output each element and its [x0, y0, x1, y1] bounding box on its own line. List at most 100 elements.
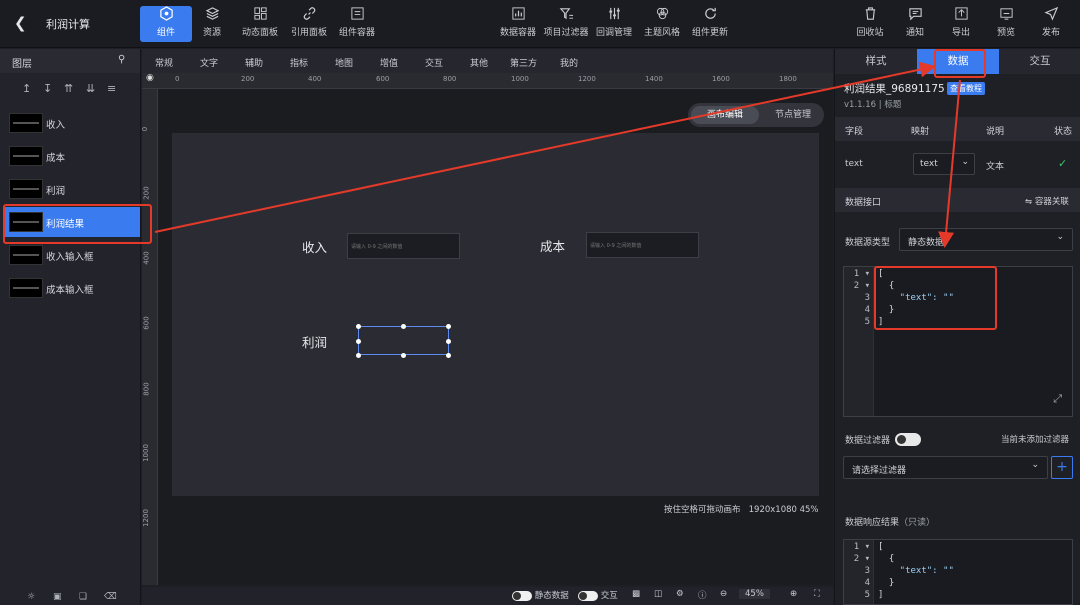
layers-footer: ☼ ▣ ❏ ⌫ — [0, 592, 140, 605]
component-category-tabs: 常规 文字 辅助 指标 地图 增值 交互 其他 第三方 我的 — [142, 49, 833, 73]
design-canvas[interactable] — [172, 133, 819, 496]
tab-interaction[interactable]: 交互 — [999, 49, 1080, 74]
fit-screen-icon[interactable]: ⛶ — [814, 589, 820, 599]
cost-label[interactable]: 成本 — [540, 236, 565, 255]
line-number: 1 ▾ — [853, 542, 870, 552]
cost-input[interactable]: 请输入 0-9 之间的数值 — [586, 232, 699, 258]
code-line: { — [878, 554, 895, 564]
layer-item[interactable]: 成本 — [4, 141, 140, 171]
add-filter-button[interactable]: + — [1051, 456, 1073, 479]
toolbar-project-filter-button[interactable]: 项目过滤器 — [540, 6, 592, 42]
layer-item[interactable]: 成本输入框 — [4, 273, 140, 303]
toolbar-resources-button[interactable]: 资源 — [186, 6, 238, 42]
resize-handle[interactable] — [446, 353, 451, 358]
container-link-button[interactable]: ⇋ 容器关联 — [1025, 195, 1069, 207]
zoom-out-icon[interactable]: ⊖ — [720, 589, 727, 599]
annotation-box-code — [874, 266, 997, 330]
delete-icon[interactable]: ⌫ — [104, 592, 117, 602]
profit-label[interactable]: 利润 — [302, 332, 327, 351]
canvas-edit-button[interactable]: 画布编辑 — [691, 106, 759, 124]
resize-handle[interactable] — [356, 324, 361, 329]
toolbar-dynamic-panel-button[interactable]: 动态面板 — [234, 6, 286, 42]
toolbar-component-update-button[interactable]: 组件更新 — [684, 6, 736, 42]
filter-select[interactable]: 请选择过滤器 ⌄ — [843, 456, 1048, 479]
settings-icon[interactable]: ⚙ — [676, 589, 684, 599]
interaction-toggle[interactable]: 交互 — [578, 589, 618, 601]
line-number: 1 ▾ — [853, 269, 870, 279]
income-label[interactable]: 收入 — [302, 237, 327, 256]
toolbar-component-container-button[interactable]: 组件容器 — [331, 6, 383, 42]
canvas-bottom-bar: 静态数据 交互 ▩ ◫ ⚙ ⓘ ⊖ 45% ⊕ ⛶ — [142, 587, 833, 605]
move-bottom-icon[interactable]: ↧ — [43, 82, 52, 95]
toolbar-publish-button[interactable]: 发布 — [1025, 6, 1077, 42]
resize-handle[interactable] — [401, 353, 406, 358]
static-data-toggle[interactable]: 静态数据 — [512, 589, 569, 601]
ruler-tick: 200 — [241, 75, 255, 83]
tab-value-added[interactable]: 增值 — [380, 56, 398, 69]
layer-item[interactable]: 收入输入框 — [4, 240, 140, 270]
screen-icon[interactable]: ▩ — [632, 589, 640, 599]
expand-icon[interactable]: ⤢ — [1053, 392, 1062, 406]
source-type-select[interactable]: 静态数据 ⌄ — [899, 228, 1073, 251]
tab-map[interactable]: 地图 — [335, 56, 353, 69]
layers-panel: 图层 ⚲ ↥ ↧ ⇈ ⇊ ≡ 收入 成本 利润 利润结果 收入输入框 成本输入框… — [0, 49, 141, 605]
filter-icon — [540, 6, 592, 24]
toolbar-callback-button[interactable]: 回调管理 — [588, 6, 640, 42]
layer-item[interactable]: 利润 — [4, 174, 140, 204]
panel-icon[interactable]: ◫ — [654, 589, 662, 599]
tab-regular[interactable]: 常规 — [155, 56, 173, 69]
resize-handle[interactable] — [356, 339, 361, 344]
node-manage-button[interactable]: 节点管理 — [765, 106, 821, 124]
chevron-down-icon: ⌄ — [1056, 232, 1064, 242]
help-icon[interactable]: ⓘ — [698, 589, 707, 601]
ruler-tick: 1400 — [645, 75, 663, 83]
layer-thumbnail — [9, 146, 43, 166]
toolbar-data-container-button[interactable]: 数据容器 — [492, 6, 544, 42]
tab-mine[interactable]: 我的 — [560, 56, 578, 69]
layer-name: 收入 — [46, 120, 66, 131]
filter-toggle[interactable] — [895, 433, 921, 446]
toolbar-components-button[interactable]: 组件 — [140, 6, 192, 42]
resize-handle[interactable] — [356, 353, 361, 358]
eye-icon[interactable]: ◉ — [146, 73, 154, 83]
tab-third-party[interactable]: 第三方 — [510, 56, 537, 69]
tab-text[interactable]: 文字 — [200, 56, 218, 69]
canvas-mode-toggle: 画布编辑 节点管理 — [688, 103, 824, 127]
resize-handle[interactable] — [446, 339, 451, 344]
toolbar-theme-button[interactable]: 主题风格 — [636, 6, 688, 42]
search-icon[interactable]: ⚲ — [118, 54, 125, 65]
check-icon: ✓ — [1058, 157, 1068, 170]
layer-thumbnail — [9, 278, 43, 298]
income-input[interactable]: 请输入 0-9 之间的数值 — [347, 233, 460, 259]
mapping-select[interactable]: text ⌄ — [913, 153, 975, 175]
toolbar-reference-panel-button[interactable]: 引用面板 — [283, 6, 335, 42]
chevron-down-icon: ⌄ — [961, 157, 969, 167]
tutorial-button[interactable]: 查看教程 — [947, 82, 985, 95]
copy-icon[interactable]: ❏ — [79, 592, 87, 602]
tab-other[interactable]: 其他 — [470, 56, 488, 69]
tab-indicator[interactable]: 指标 — [290, 56, 308, 69]
lightbulb-icon[interactable]: ☼ — [27, 592, 35, 602]
layer-item[interactable]: 收入 — [4, 108, 140, 138]
tab-auxiliary[interactable]: 辅助 — [245, 56, 263, 69]
ruler-tick: 1600 — [712, 75, 730, 83]
list-view-icon[interactable]: ≡ — [107, 82, 116, 95]
layers-title: 图层 — [12, 59, 32, 70]
tab-style[interactable]: 样式 — [835, 49, 917, 74]
move-down-icon[interactable]: ⇊ — [86, 82, 95, 95]
move-top-icon[interactable]: ↥ — [22, 82, 31, 95]
zoom-in-icon[interactable]: ⊕ — [790, 589, 797, 599]
vertical-ruler: 0 200 400 600 800 1000 1200 — [142, 89, 158, 585]
back-icon[interactable]: ❮ — [14, 14, 30, 34]
profit-result-selected[interactable] — [356, 324, 451, 358]
zoom-level[interactable]: 45% — [739, 589, 770, 599]
tab-interaction[interactable]: 交互 — [425, 56, 443, 69]
ruler-tick: 0 — [175, 75, 180, 83]
annotation-box-data-tab — [934, 49, 986, 78]
lock-icon[interactable]: ▣ — [53, 592, 62, 602]
move-up-icon[interactable]: ⇈ — [64, 82, 73, 95]
components-icon — [140, 6, 192, 24]
resize-handle[interactable] — [446, 324, 451, 329]
toolbar-notification-button[interactable]: 通知 — [889, 6, 941, 42]
resize-handle[interactable] — [401, 324, 406, 329]
